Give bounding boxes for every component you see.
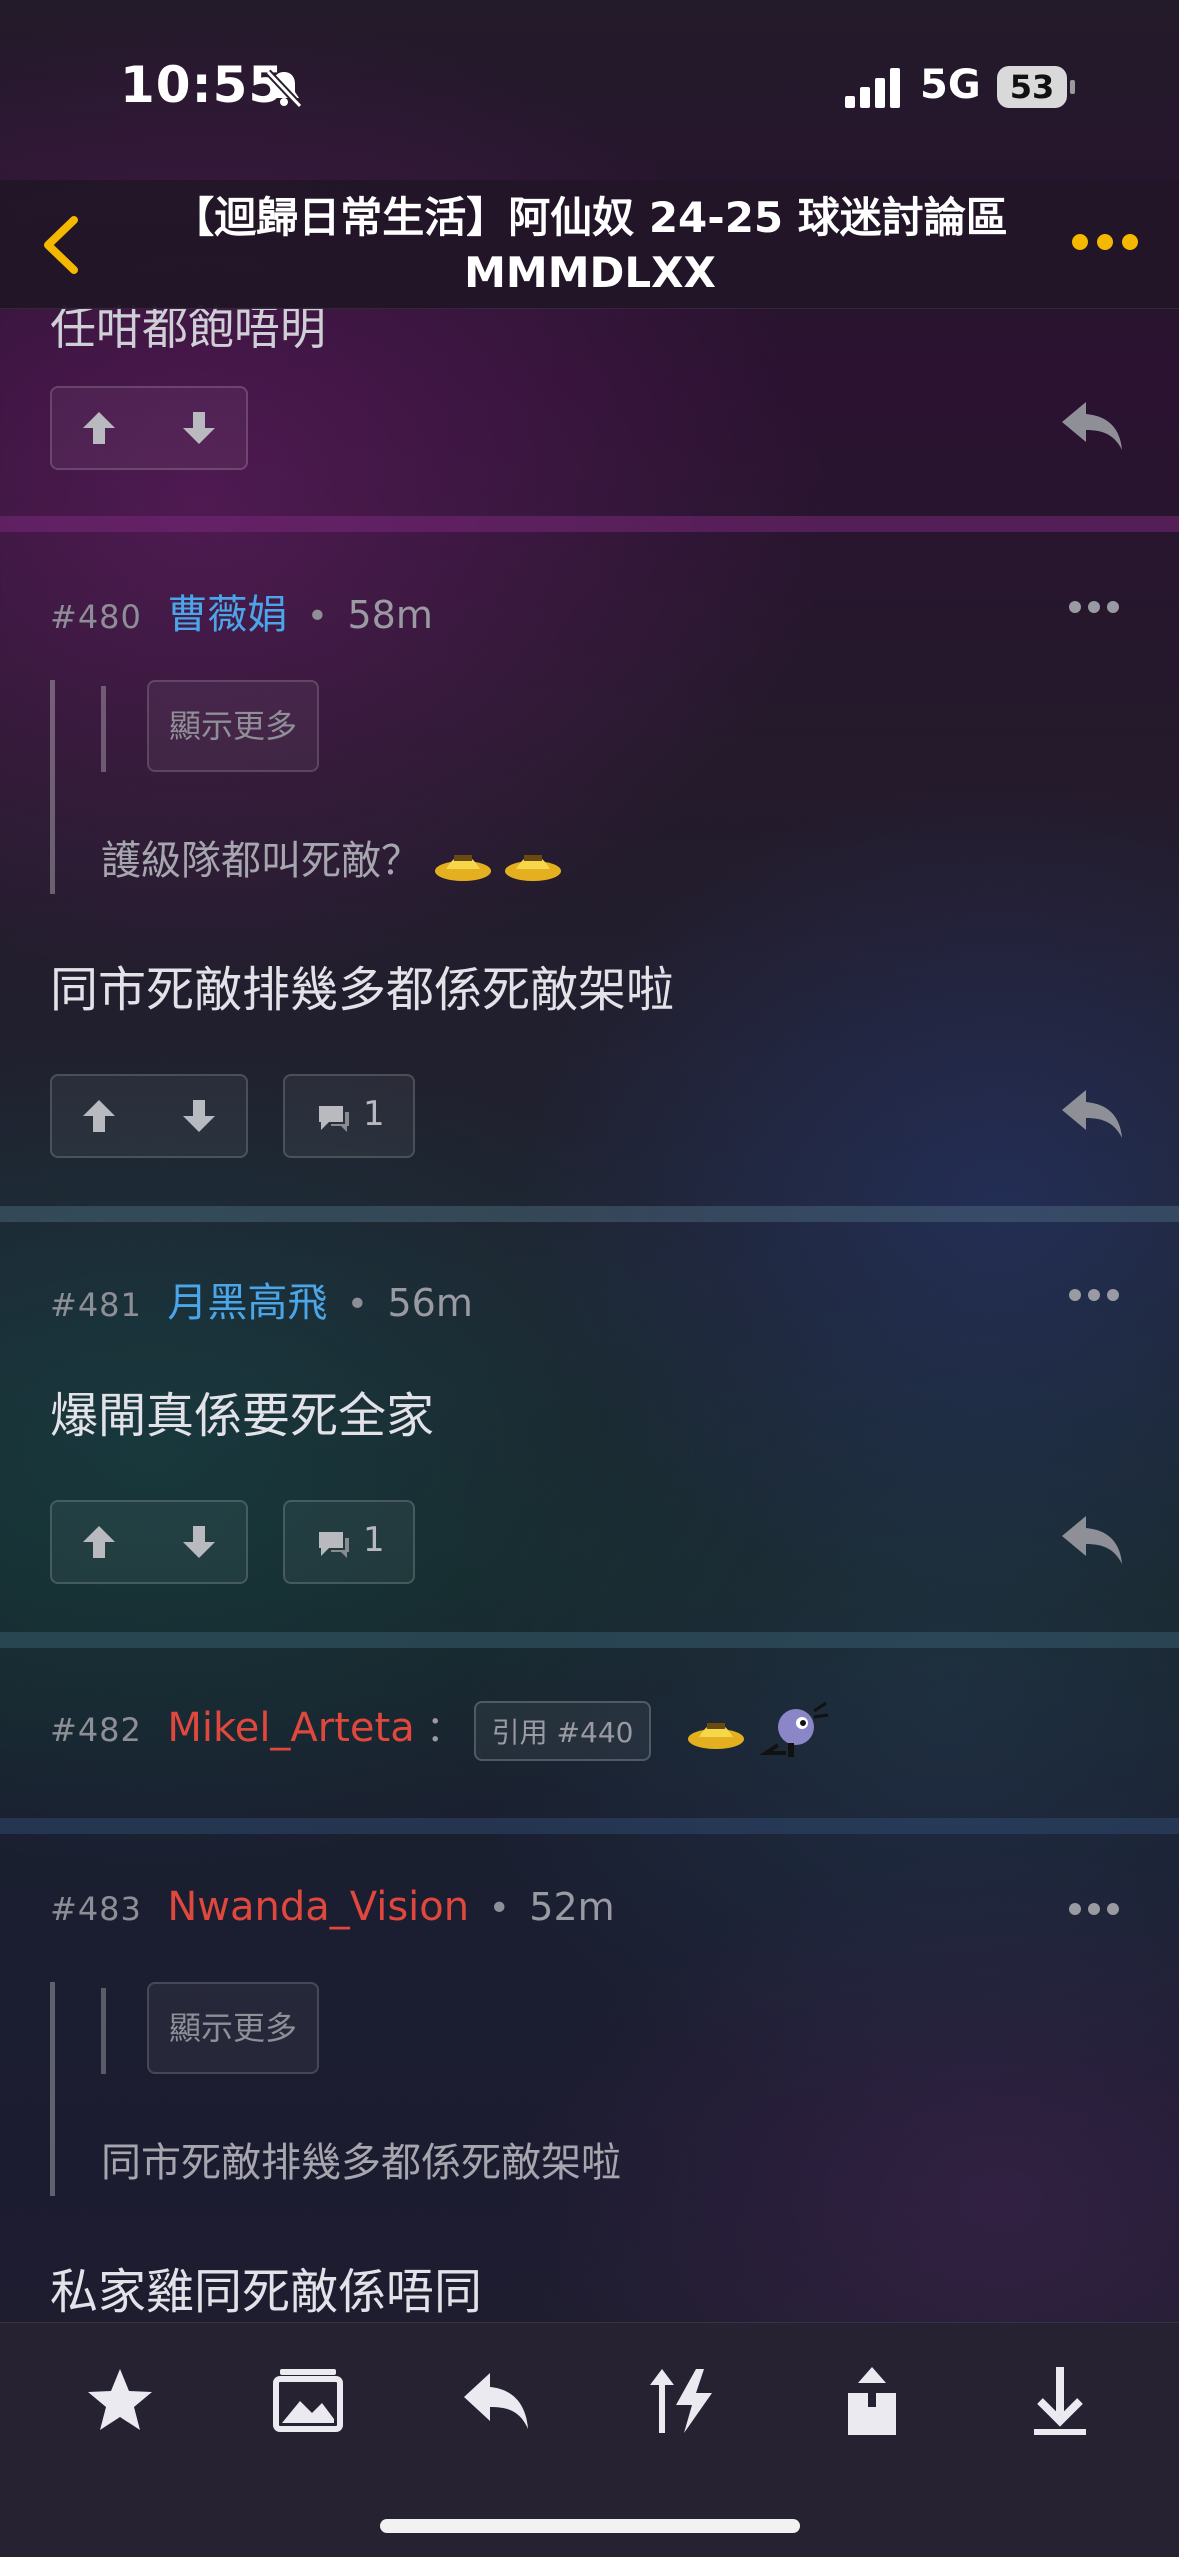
post-divider bbox=[0, 1206, 1179, 1222]
username[interactable]: 曹薇娟 bbox=[167, 592, 287, 638]
quote-text: 同市死敵排幾多都係死敵架啦 bbox=[101, 2140, 621, 2186]
ufo-emoji-icon bbox=[505, 855, 562, 881]
post-divider bbox=[0, 1818, 1179, 1834]
post-number: #483 bbox=[50, 1890, 142, 1928]
post-header: #480 曹薇娟 • 58m bbox=[50, 582, 433, 640]
thread-title: 【迴歸日常生活】阿仙奴 24-25 球迷討論區 MMMDLXX bbox=[172, 193, 1008, 297]
vote-buttons bbox=[50, 386, 248, 470]
comment-bubble-icon bbox=[319, 1532, 349, 1558]
sort-jump-icon[interactable] bbox=[646, 2363, 722, 2439]
upvote-icon[interactable] bbox=[77, 1094, 121, 1138]
quote-block: 顯示更多 護級隊都叫死敵？ bbox=[50, 680, 1055, 894]
vote-buttons bbox=[50, 1500, 248, 1584]
quote-block: 顯示更多 同市死敵排幾多都係死敵架啦 bbox=[50, 1982, 1055, 2196]
post-number: #482 bbox=[50, 1711, 142, 1749]
monster-emoji-icon bbox=[759, 1701, 829, 1757]
reply-icon[interactable] bbox=[458, 2363, 534, 2439]
colon: ： bbox=[426, 1709, 463, 1750]
comment-count: 1 bbox=[363, 1094, 385, 1134]
reply-icon[interactable] bbox=[1060, 1086, 1124, 1142]
username[interactable]: 月黑高飛 bbox=[167, 1280, 327, 1326]
username[interactable]: Mikel_Arteta bbox=[167, 1705, 414, 1751]
separator-dot: • bbox=[346, 1284, 369, 1325]
status-bar: 10:55 5G 53 bbox=[0, 0, 1179, 180]
post-header: #483 Nwanda_Vision • 52m bbox=[50, 1884, 615, 1930]
vote-buttons bbox=[50, 1074, 248, 1158]
downvote-icon[interactable] bbox=[177, 1520, 221, 1564]
post-header-collapsed[interactable]: #482 Mikel_Arteta ： 引用 #440 bbox=[50, 1700, 832, 1761]
post-body: 爆閘真係要死全家 bbox=[50, 1388, 435, 1444]
ufo-emoji-icon bbox=[434, 855, 491, 881]
separator-dot: • bbox=[488, 1888, 510, 1929]
gallery-icon[interactable] bbox=[270, 2363, 346, 2439]
quote-text-content: 護級隊都叫死敵？ bbox=[101, 838, 421, 884]
upvote-icon[interactable] bbox=[77, 1520, 121, 1564]
nav-bar: 【迴歸日常生活】阿仙奴 24-25 球迷討論區 MMMDLXX bbox=[0, 180, 1179, 309]
downvote-icon[interactable] bbox=[177, 1094, 221, 1138]
post-divider bbox=[0, 516, 1179, 532]
post-number: #480 bbox=[50, 598, 142, 636]
post-more-icon[interactable] bbox=[1068, 1902, 1120, 1916]
battery-icon: 53 bbox=[997, 66, 1077, 108]
post-time: 58m bbox=[347, 593, 433, 637]
separator-dot: • bbox=[306, 596, 329, 637]
post-body: 同市死敵排幾多都係死敵架啦 bbox=[50, 962, 675, 1018]
post-more-icon[interactable] bbox=[1068, 600, 1120, 614]
ufo-emoji-icon bbox=[687, 1723, 744, 1749]
quote-nest-line bbox=[101, 1988, 106, 2074]
comments-button[interactable]: 1 bbox=[283, 1074, 415, 1158]
downvote-icon[interactable] bbox=[177, 406, 221, 450]
quote-nest-line bbox=[101, 686, 106, 772]
quote-reference-tag[interactable]: 引用 #440 bbox=[473, 1701, 652, 1761]
download-icon[interactable] bbox=[1022, 2363, 1098, 2439]
show-more-button[interactable]: 顯示更多 bbox=[147, 680, 319, 772]
comments-button[interactable]: 1 bbox=[283, 1500, 415, 1584]
show-more-button[interactable]: 顯示更多 bbox=[147, 1982, 319, 2074]
status-time: 10:55 bbox=[120, 56, 285, 114]
comment-count: 1 bbox=[363, 1520, 385, 1560]
more-options-icon[interactable] bbox=[1070, 230, 1140, 254]
bell-muted-icon bbox=[265, 69, 303, 109]
reply-icon[interactable] bbox=[1060, 398, 1124, 454]
post-header: #481 月黑高飛 • 56m bbox=[50, 1270, 473, 1328]
share-icon[interactable] bbox=[834, 2363, 910, 2439]
post-time: 52m bbox=[529, 1885, 615, 1929]
comment-bubble-icon bbox=[319, 1106, 349, 1132]
star-icon[interactable] bbox=[82, 2363, 158, 2439]
post-divider bbox=[0, 1632, 1179, 1648]
bottom-toolbar bbox=[0, 2322, 1179, 2557]
upvote-icon[interactable] bbox=[77, 406, 121, 450]
cell-signal-icon bbox=[845, 68, 900, 108]
reply-icon[interactable] bbox=[1060, 1512, 1124, 1568]
home-indicator bbox=[380, 2519, 800, 2533]
post-number: #481 bbox=[50, 1286, 142, 1324]
back-chevron-icon[interactable] bbox=[34, 210, 94, 280]
username[interactable]: Nwanda_Vision bbox=[167, 1884, 469, 1930]
post-body: 私家雞同死敵係唔同 bbox=[50, 2264, 483, 2320]
network-type: 5G bbox=[920, 62, 981, 108]
battery-level: 53 bbox=[1009, 68, 1055, 106]
post-more-icon[interactable] bbox=[1068, 1288, 1120, 1302]
quote-text: 護級隊都叫死敵？ bbox=[101, 828, 562, 886]
post-time: 56m bbox=[387, 1281, 473, 1325]
